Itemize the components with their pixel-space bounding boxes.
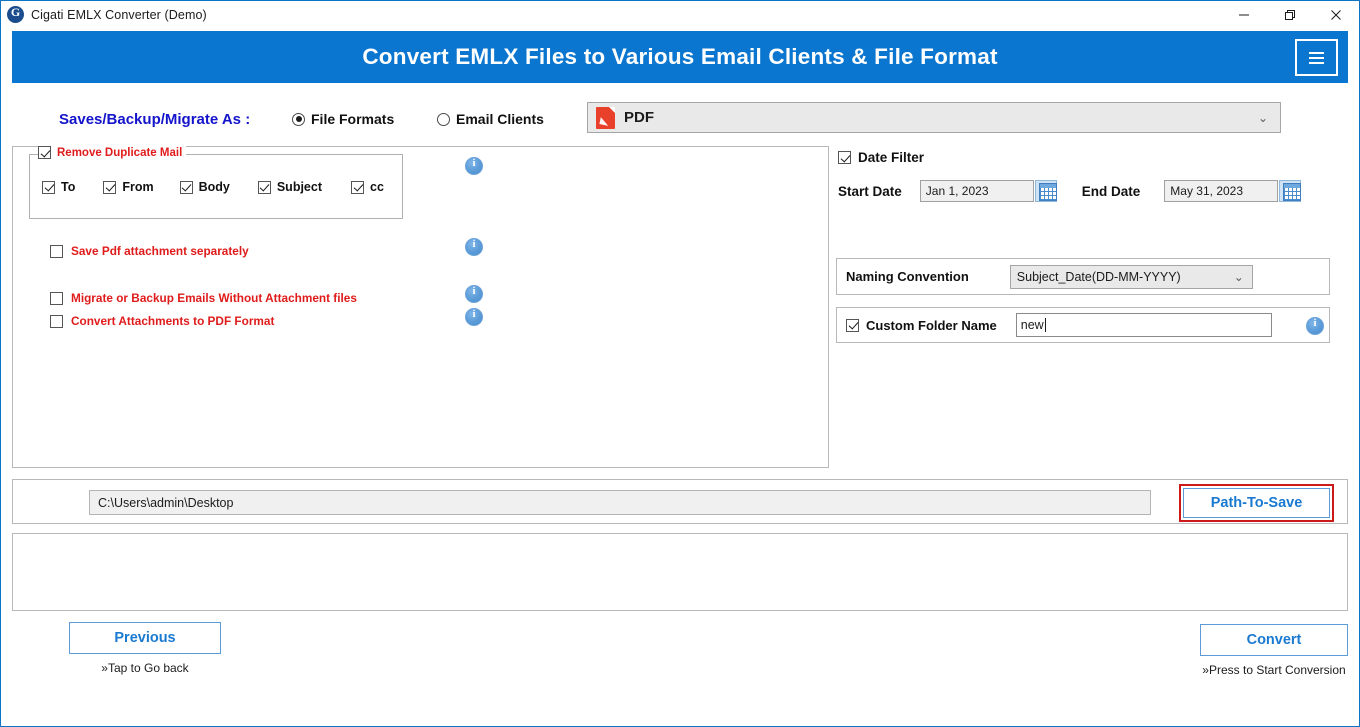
- date-range-row: Start Date Jan 1, 2023 End Date May 31, …: [838, 180, 1357, 202]
- radio-file-formats-indicator: [292, 112, 305, 126]
- checkbox-subject-indicator: [257, 180, 271, 194]
- custom-folder-input[interactable]: new: [1015, 313, 1272, 337]
- naming-convention-box: Naming Convention Subject_Date(DD-MM-YYY…: [836, 258, 1330, 295]
- path-to-save-button[interactable]: Path-To-Save: [1183, 488, 1330, 518]
- right-options-panel: Date Filter Start Date Jan 1, 2023 End D…: [829, 146, 1348, 468]
- remove-duplicate-group: Remove Duplicate Mail To From Body Subje…: [29, 146, 403, 219]
- info-icon[interactable]: [1306, 317, 1324, 335]
- checkbox-body-label: Body: [198, 180, 230, 194]
- checkbox-migrate-without-attachments[interactable]: Migrate or Backup Emails Without Attachm…: [50, 291, 357, 305]
- checkbox-migrate-without-attachments-indicator: [50, 291, 63, 305]
- custom-folder-box: Custom Folder Name new: [836, 307, 1330, 343]
- checkbox-from-label: From: [122, 180, 154, 194]
- checkbox-cc-label: cc: [370, 180, 384, 194]
- close-icon[interactable]: [1313, 1, 1359, 28]
- radio-email-clients[interactable]: Email Clients: [437, 111, 544, 127]
- left-options-panel: Remove Duplicate Mail To From Body Subje…: [12, 146, 829, 468]
- naming-convention-value: Subject_Date(DD-MM-YYYY): [1016, 269, 1181, 284]
- checkbox-date-filter[interactable]: Date Filter: [838, 150, 924, 165]
- app-header-banner: Convert EMLX Files to Various Email Clie…: [12, 31, 1348, 83]
- info-icon[interactable]: [465, 285, 483, 303]
- output-format-dropdown[interactable]: PDF ⌄: [587, 102, 1281, 133]
- save-as-label: Saves/Backup/Migrate As :: [59, 110, 251, 128]
- checkbox-migrate-without-attachments-label: Migrate or Backup Emails Without Attachm…: [71, 291, 357, 305]
- remove-duplicate-checkbox[interactable]: Remove Duplicate Mail: [38, 146, 187, 159]
- start-date-input[interactable]: Jan 1, 2023: [919, 180, 1034, 202]
- naming-convention-dropdown[interactable]: Subject_Date(DD-MM-YYYY) ⌄: [1009, 264, 1253, 289]
- footer-actions: Previous »Tap to Go back Convert »Press …: [12, 622, 1348, 726]
- checkbox-custom-folder-indicator: [846, 318, 859, 332]
- minimize-icon[interactable]: [1221, 1, 1267, 28]
- chevron-down-icon: ⌄: [1257, 110, 1268, 125]
- status-log-panel: [12, 533, 1348, 611]
- radio-email-clients-label: Email Clients: [456, 111, 544, 127]
- checkbox-save-pdf-attachment-label: Save Pdf attachment separately: [71, 244, 249, 258]
- convert-caption: »Press to Start Conversion: [1202, 663, 1346, 677]
- convert-button[interactable]: Convert: [1200, 624, 1348, 656]
- hamburger-menu-icon[interactable]: [1295, 39, 1338, 76]
- calendar-icon[interactable]: [1279, 180, 1302, 202]
- end-date-input[interactable]: May 31, 2023: [1164, 180, 1279, 202]
- pdf-file-icon: [596, 106, 615, 129]
- checkbox-from[interactable]: From: [103, 180, 154, 194]
- save-path-input[interactable]: C:\Users\admin\Desktop: [89, 490, 1151, 515]
- checkbox-subject-label: Subject: [276, 180, 322, 194]
- checkbox-convert-attachments-to-pdf-indicator: [50, 314, 63, 328]
- checkbox-to-label: To: [61, 180, 76, 194]
- naming-convention-label: Naming Convention: [846, 269, 969, 284]
- checkbox-body-indicator: [179, 180, 193, 194]
- save-as-row: Saves/Backup/Migrate As : File Formats E…: [1, 101, 1359, 137]
- checkbox-to-indicator: [42, 180, 55, 194]
- checkbox-custom-folder-name[interactable]: Custom Folder Name: [846, 318, 997, 333]
- start-date-label: Start Date: [838, 183, 902, 199]
- restore-icon[interactable]: [1267, 1, 1313, 28]
- window-controls: [1221, 1, 1359, 28]
- checkbox-from-indicator: [103, 180, 117, 194]
- date-filter-label: Date Filter: [858, 150, 925, 165]
- radio-email-clients-indicator: [437, 112, 450, 126]
- end-date-label: End Date: [1081, 183, 1141, 199]
- checkbox-convert-attachments-to-pdf-label: Convert Attachments to PDF Format: [71, 314, 275, 328]
- chevron-down-icon: ⌄: [1233, 269, 1244, 284]
- info-icon[interactable]: [465, 238, 483, 256]
- save-path-row: C:\Users\admin\Desktop Path-To-Save: [12, 479, 1348, 524]
- options-panels: Remove Duplicate Mail To From Body Subje…: [12, 146, 1348, 468]
- remove-duplicate-checkbox-indicator: [38, 146, 51, 159]
- convert-block: Convert »Press to Start Conversion: [1200, 624, 1348, 677]
- application-window: Cigati EMLX Converter (Demo) Convert EML…: [0, 0, 1360, 727]
- custom-folder-label: Custom Folder Name: [866, 317, 997, 333]
- checkbox-body[interactable]: Body: [179, 180, 230, 194]
- checkbox-cc[interactable]: cc: [351, 180, 384, 194]
- info-icon[interactable]: [465, 308, 483, 326]
- cigati-logo-icon: [7, 5, 24, 23]
- checkbox-subject[interactable]: Subject: [257, 180, 322, 194]
- text-caret: [1044, 318, 1046, 332]
- checkbox-cc-indicator: [351, 180, 364, 194]
- title-bar: Cigati EMLX Converter (Demo): [1, 1, 1359, 28]
- info-icon[interactable]: [465, 157, 483, 175]
- radio-file-formats-label: File Formats: [311, 111, 395, 127]
- radio-file-formats[interactable]: File Formats: [292, 111, 394, 127]
- path-to-save-highlight: Path-To-Save: [1179, 484, 1334, 522]
- custom-folder-value: new: [1020, 318, 1044, 332]
- checkbox-to[interactable]: To: [42, 180, 75, 194]
- remove-duplicate-label: Remove Duplicate Mail: [57, 146, 183, 159]
- checkbox-save-pdf-attachment-separately[interactable]: Save Pdf attachment separately: [50, 244, 249, 258]
- window-title: Cigati EMLX Converter (Demo): [31, 7, 207, 22]
- checkbox-save-pdf-attachment-indicator: [50, 244, 63, 258]
- previous-caption: »Tap to Go back: [101, 661, 189, 675]
- previous-block: Previous »Tap to Go back: [69, 622, 221, 675]
- page-title: Convert EMLX Files to Various Email Clie…: [362, 44, 998, 69]
- duplicate-criteria-list: To From Body Subject cc: [36, 180, 384, 194]
- calendar-icon[interactable]: [1034, 180, 1057, 202]
- output-format-value: PDF: [624, 109, 654, 126]
- checkbox-convert-attachments-to-pdf[interactable]: Convert Attachments to PDF Format: [50, 314, 274, 328]
- previous-button[interactable]: Previous: [69, 622, 221, 654]
- checkbox-date-filter-indicator: [838, 151, 851, 164]
